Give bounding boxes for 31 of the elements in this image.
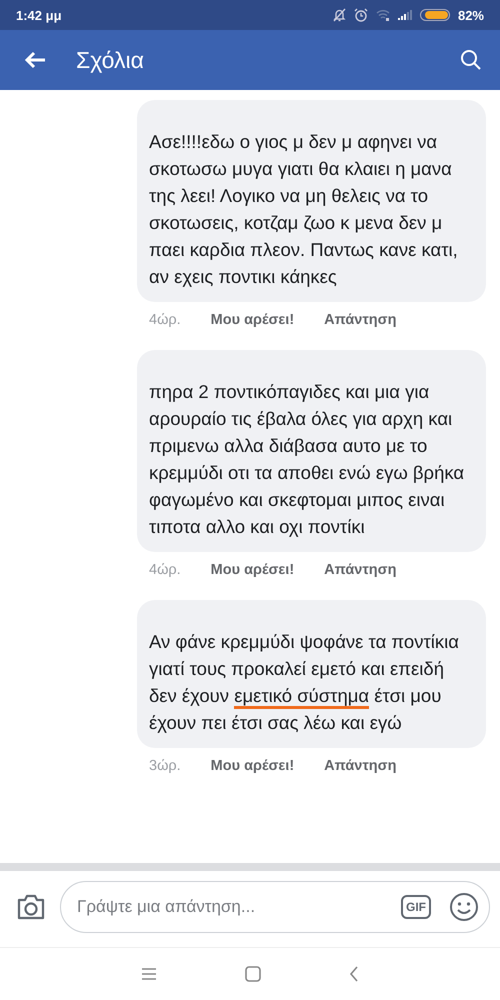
comment-text: Ασε!!!!εδω ο γιος μ δεν μ αφηνει να σκοτωσω μυγα γιατι θα κλαιει η μανα της λεει! Λογικο να μη θελεις να το σκοτωσεις, κοτζαμ ζωο κ μενα δεν μ παει καρδια πλεον. Παντως κανε κατι, αν εχεις ποντικι κάηκες <box>149 130 459 289</box>
back-button[interactable] <box>24 51 46 69</box>
like-link[interactable]: Μου αρέσει! <box>210 758 294 774</box>
battery-percent: 82% <box>458 8 484 22</box>
signal-icon <box>398 10 412 20</box>
muted-bell-icon <box>332 8 346 22</box>
status-time: 1:42 μμ <box>16 8 62 22</box>
comment-text: Αν φάνε κρεμμύδι ψοφάνε τα ποντίκια γιατί τους προκαλεί εμετό και επειδή δεν έχουν εμετικό σύστημα έτσι μου έχουν πει έτσι σας λέω και εγώ <box>149 630 460 735</box>
back-chevron-icon[interactable] <box>349 966 359 982</box>
alarm-icon <box>354 8 368 22</box>
reply-link[interactable]: Απάντηση <box>324 758 396 774</box>
search-button[interactable] <box>460 49 482 71</box>
comment-time: 4ώρ. <box>149 562 181 578</box>
like-link[interactable]: Μου αρέσει! <box>210 312 294 328</box>
smiley-icon[interactable] <box>449 892 479 922</box>
comment-text: πηρα 2 ποντικόπαγιδες και μια για αρουραίο τις έβαλα όλες για αρχη και πριμενω αλλα διάβασα αυτο με το κρεμμύδι οτι τα αποθει ενώ εγω βρήκα φαγωμένο και σκεφτομαι μιπος ειναι τιποτα αλλο και οχι ποντίκι <box>149 380 466 539</box>
comment-time: 4ώρ. <box>149 312 181 328</box>
battery-icon <box>420 9 450 21</box>
home-square-icon[interactable] <box>245 966 261 982</box>
search-icon <box>460 49 482 71</box>
reply-field[interactable]: Γράψτε μια απάντηση... GIF <box>60 881 490 933</box>
reply-link[interactable]: Απάντηση <box>324 312 396 328</box>
screen-title: Σχόλια <box>76 46 145 74</box>
comment-time: 3ώρ. <box>149 758 181 774</box>
wifi-icon <box>376 9 390 21</box>
back-arrow-icon <box>24 51 46 69</box>
like-link[interactable]: Μου αρέσει! <box>210 562 294 578</box>
gif-button[interactable]: GIF <box>401 895 431 919</box>
menu-icon[interactable] <box>141 967 157 981</box>
camera-icon[interactable] <box>16 894 46 920</box>
reply-link[interactable]: Απάντηση <box>324 562 396 578</box>
